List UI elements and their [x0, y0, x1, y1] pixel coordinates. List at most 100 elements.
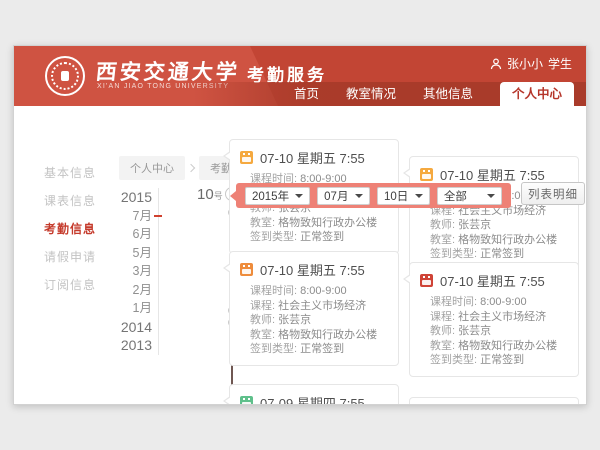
detail-value: 正常签到	[300, 343, 344, 355]
card-body: 课程时间: 8:00-9:00课程: 社会主义市场经济教师: 张芸京教室: 格物…	[410, 293, 578, 376]
detail-label: 教室:	[250, 217, 278, 229]
card-detail-row: 教室: 格物致知行政办公楼	[250, 328, 390, 343]
user-info[interactable]: 张小小 学生	[490, 55, 572, 72]
nav-tab-label: 其他信息	[423, 87, 473, 101]
detail-value: 格物致知行政办公楼	[458, 234, 557, 246]
filter-dropdown-value: 07月	[324, 188, 348, 204]
month-nav-item[interactable]: 2014	[109, 318, 152, 337]
chevron-down-icon	[355, 194, 363, 198]
card-body: 课程时间: 8:00-9:00课程: 社会主义市场经济教师: 张芸京教室: 格物…	[230, 282, 398, 365]
month-nav-item[interactable]: 2015	[109, 188, 152, 207]
nav-tab-其他信息[interactable]: 其他信息	[423, 82, 473, 106]
card-detail-row: 课程: 社会主义市场经济	[250, 299, 390, 314]
card-detail-row: 教室: 格物致知行政办公楼	[250, 216, 390, 231]
detail-label: 教师:	[430, 325, 458, 337]
detail-label: 教室:	[430, 340, 458, 352]
detail-label: 签到类型:	[250, 231, 300, 243]
calendar-icon	[420, 274, 433, 287]
attendance-card: 07-10 星期五 7:55 课程时间: 8:00-9:00课程: 社会主义市场…	[409, 156, 579, 271]
card-detail-row: 签到类型: 正常签到	[250, 230, 390, 245]
filter-dropdown-type[interactable]: 全部	[437, 187, 502, 205]
breadcrumb-segment: 个人中心	[119, 156, 199, 180]
month-nav-label: 2014	[121, 319, 152, 335]
chevron-down-icon	[487, 194, 495, 198]
detail-value: 社会主义市场经济	[278, 300, 366, 312]
attendance-card: 07-10 星期五 7:55 课程时间: 8:00-9:00课程: 社会主义市场…	[229, 251, 399, 366]
filter-bar: 2015年 07月 10日 全部	[236, 183, 511, 208]
detail-value: 张芸京	[458, 219, 491, 231]
card-date: 07-10 星期五 7:55	[260, 260, 365, 279]
filter-dropdown-year[interactable]: 2015年	[245, 187, 310, 205]
filter-dropdown-value: 2015年	[252, 188, 289, 204]
month-nav-label: 3月	[133, 264, 152, 278]
month-nav-item[interactable]: 1月	[109, 299, 152, 318]
detail-value: 正常签到	[480, 354, 524, 366]
detail-label: 签到类型:	[430, 248, 480, 260]
detail-label: 签到类型:	[250, 343, 300, 355]
month-nav-item[interactable]: 6月	[109, 225, 152, 244]
detail-value: 格物致知行政办公楼	[458, 340, 557, 352]
chevron-down-icon	[415, 194, 423, 198]
nav-tab-label: 教室情况	[346, 87, 396, 101]
filter-dropdown-day[interactable]: 10日	[377, 187, 430, 205]
day-number: 10	[197, 186, 214, 203]
card-detail-row: 教师: 张芸京	[430, 324, 570, 339]
month-nav-item[interactable]: 2月	[109, 281, 152, 300]
month-nav-item[interactable]: 7月	[109, 207, 152, 226]
sidebar-item-label: 课表信息	[44, 194, 96, 208]
timeline-month-nav: 2015 7月 6月 5月 3月 2月 1月 2014 2013	[109, 188, 159, 355]
card-detail-row: 教室: 格物致知行政办公楼	[430, 233, 570, 248]
app-window: 西安交通大学 XI'AN JIAO TONG UNIVERSITY 考勤服务 张…	[13, 45, 587, 405]
page-background: 西安交通大学 XI'AN JIAO TONG UNIVERSITY 考勤服务 张…	[0, 0, 600, 450]
nav-tab-label: 首页	[294, 87, 319, 101]
month-nav-item[interactable]: 5月	[109, 244, 152, 263]
app-header: 西安交通大学 XI'AN JIAO TONG UNIVERSITY 考勤服务 张…	[14, 46, 586, 106]
sidebar-item-label: 基本信息	[44, 166, 96, 180]
day-marker: 10号	[197, 186, 223, 204]
detail-label: 教室:	[250, 329, 278, 341]
list-detail-button[interactable]: 列表明细	[521, 182, 585, 205]
detail-label: 教师:	[430, 219, 458, 231]
card-detail-row: 课程: 社会主义市场经济	[430, 310, 570, 325]
detail-label: 教师:	[250, 314, 278, 326]
detail-value: 社会主义市场经济	[458, 311, 546, 323]
filter-dropdown-value: 10日	[384, 188, 408, 204]
month-nav-item[interactable]: 2013	[109, 336, 152, 355]
sidebar-item-基本信息[interactable]: 基本信息	[44, 159, 126, 187]
calendar-icon	[420, 168, 433, 181]
month-nav-label: 2013	[121, 337, 152, 353]
chevron-right-icon	[187, 164, 195, 172]
card-detail-row: 教师: 张芸京	[430, 218, 570, 233]
card-detail-row: 签到类型: 正常签到	[250, 342, 390, 357]
chevron-down-icon	[295, 194, 303, 198]
calendar-icon	[240, 151, 253, 164]
detail-label: 教室:	[430, 234, 458, 246]
current-month-tick	[154, 215, 162, 217]
card-detail-row: 课程时间: 8:00-9:00	[430, 295, 570, 310]
month-nav-item[interactable]: 3月	[109, 262, 152, 281]
filter-dropdown-value: 全部	[444, 188, 467, 204]
attendance-card: 07-10 星期五 7:55 课程时间: 8:00-9:00课程: 社会主义市场…	[409, 262, 579, 377]
month-nav-label: 5月	[133, 246, 152, 260]
nav-tab-个人中心[interactable]: 个人中心	[500, 82, 574, 106]
calendar-icon	[240, 396, 253, 405]
detail-value: 正常签到	[300, 231, 344, 243]
detail-value: 8:00-9:00	[300, 285, 346, 297]
month-nav-label: 7月	[133, 209, 152, 223]
card-detail-row: 签到类型: 正常签到	[430, 353, 570, 368]
breadcrumb-item[interactable]: 个人中心	[119, 156, 185, 180]
card-header: 07-09 星期四 7:55	[230, 385, 398, 405]
card-date: 07-10 星期五 7:55	[440, 271, 545, 290]
filter-dropdown-month[interactable]: 07月	[317, 187, 370, 205]
logo-emblem	[61, 71, 69, 81]
detail-label: 课程:	[250, 300, 278, 312]
attendance-card	[409, 397, 579, 405]
day-suffix: 号	[214, 191, 223, 201]
main-nav: 首页 教室情况 其他信息 个人中心	[14, 82, 586, 106]
card-detail-row: 课程时间: 8:00-9:00	[250, 284, 390, 299]
nav-tab-教室情况[interactable]: 教室情况	[346, 82, 396, 106]
nav-tab-首页[interactable]: 首页	[294, 82, 319, 106]
card-detail-row: 签到类型: 正常签到	[430, 247, 570, 262]
sidebar-item-label: 请假申请	[44, 250, 96, 264]
detail-value: 格物致知行政办公楼	[278, 329, 377, 341]
